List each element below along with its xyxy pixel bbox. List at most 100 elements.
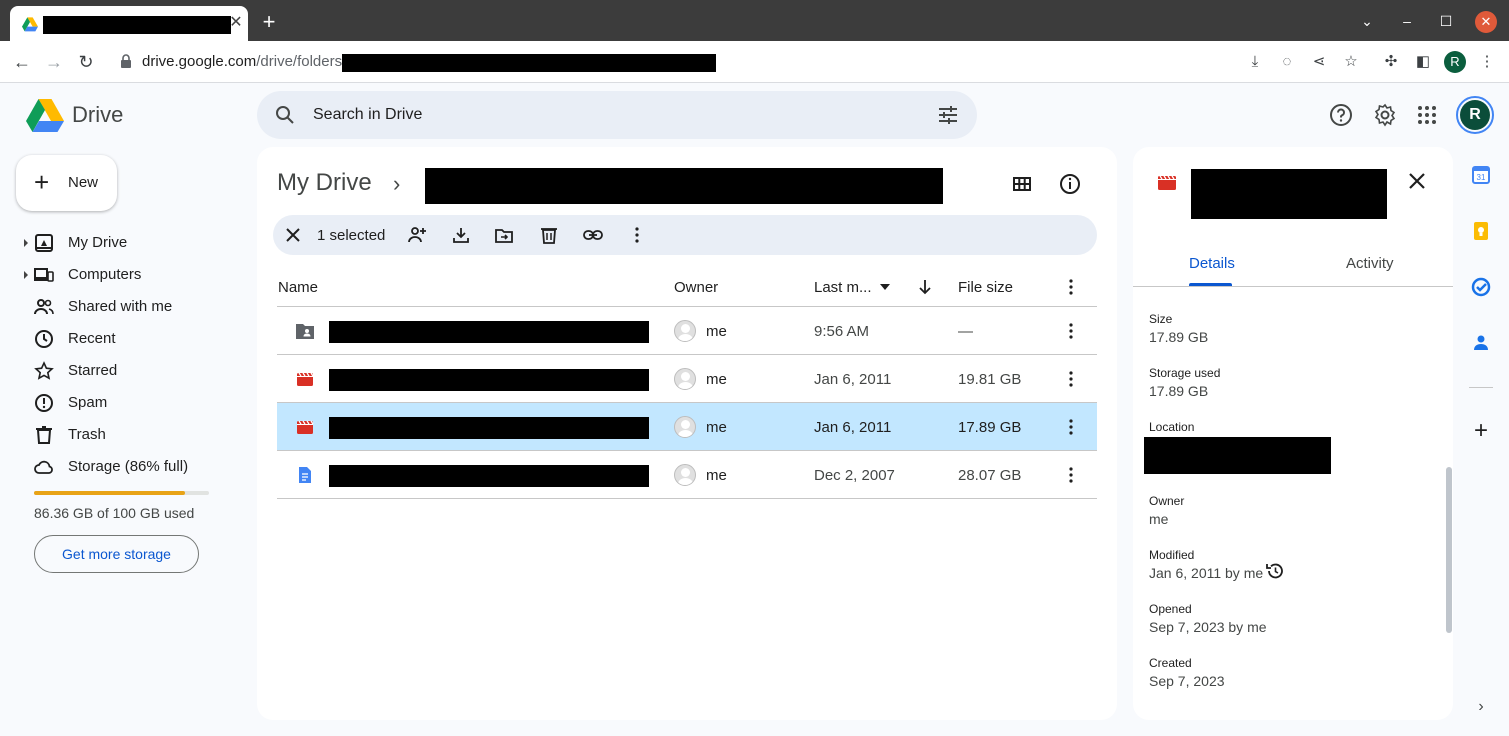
- column-header-name[interactable]: Name: [278, 279, 318, 296]
- tab-search-icon[interactable]: ⌄: [1356, 10, 1378, 32]
- url-path: /drive/folders/: [256, 53, 347, 70]
- file-name-redacted: [329, 417, 649, 439]
- close-details-icon[interactable]: [1405, 169, 1429, 193]
- bookmark-star-icon[interactable]: ☆: [1340, 51, 1362, 73]
- sort-direction-arrow-icon[interactable]: [917, 278, 933, 296]
- modified-cell: Jan 6, 2011: [814, 419, 892, 436]
- clear-selection-icon[interactable]: [283, 225, 303, 245]
- storage-progress-bar: [34, 491, 209, 495]
- size-cell: 17.89 GB: [958, 419, 1022, 436]
- table-row[interactable]: me Dec 2, 2007 28.07 GB: [277, 451, 1097, 499]
- sort-dropdown-icon[interactable]: [879, 283, 891, 291]
- table-row[interactable]: me 9:56 AM —: [277, 307, 1097, 355]
- details-title-redacted: [1191, 169, 1387, 219]
- column-options-icon[interactable]: [1061, 277, 1081, 297]
- owner-label: Owner: [1149, 494, 1185, 508]
- window-close-icon[interactable]: ✕: [1475, 11, 1497, 33]
- search-options-icon[interactable]: [937, 105, 959, 125]
- address-bar[interactable]: drive.google.com/drive/folders/: [108, 46, 1370, 78]
- tab-details[interactable]: Details: [1189, 255, 1235, 272]
- sidebar-item-shared-with-me[interactable]: Shared with me: [24, 293, 224, 321]
- tab-activity[interactable]: Activity: [1346, 255, 1394, 272]
- modified-cell: Jan 6, 2011: [814, 371, 892, 388]
- location-chip-redacted[interactable]: [1144, 437, 1331, 474]
- search-icon[interactable]: [275, 105, 295, 125]
- eye-off-icon[interactable]: ◌: [1276, 51, 1298, 73]
- chrome-menu-icon[interactable]: ⋮: [1476, 51, 1498, 73]
- row-more-icon[interactable]: [1061, 321, 1081, 341]
- copy-link-icon[interactable]: [583, 225, 603, 245]
- reload-icon[interactable]: ↻: [74, 50, 98, 74]
- hide-side-panel-chevron-icon[interactable]: ›: [1472, 698, 1490, 716]
- share-icon[interactable]: ⋖: [1308, 51, 1330, 73]
- row-more-icon[interactable]: [1061, 465, 1081, 485]
- sidebar-item-storage[interactable]: Storage (86% full): [24, 453, 224, 481]
- video-file-icon: [297, 372, 314, 386]
- column-header-file-size[interactable]: File size: [958, 279, 1013, 296]
- sidebar-item-label: Spam: [68, 394, 108, 411]
- sidebar-item-trash[interactable]: Trash: [24, 421, 224, 449]
- row-more-icon[interactable]: [1061, 369, 1081, 389]
- minimize-icon[interactable]: –: [1396, 10, 1418, 32]
- tasks-icon[interactable]: [1471, 277, 1491, 297]
- move-to-folder-icon[interactable]: [494, 225, 514, 245]
- delete-trash-icon[interactable]: [539, 225, 559, 245]
- video-file-icon: [297, 420, 314, 434]
- get-addons-plus-icon[interactable]: +: [1470, 419, 1492, 443]
- column-header-owner[interactable]: Owner: [674, 279, 718, 296]
- table-row-selected[interactable]: me Jan 6, 2011 17.89 GB: [277, 403, 1097, 451]
- storage-usage-text: 86.36 GB of 100 GB used: [34, 505, 195, 521]
- contacts-icon[interactable]: [1471, 333, 1491, 353]
- new-tab-button[interactable]: +: [258, 11, 280, 34]
- forward-icon[interactable]: →: [42, 50, 66, 74]
- download-icon[interactable]: [451, 225, 471, 245]
- created-value: Sep 7, 2023: [1149, 673, 1225, 689]
- search-input[interactable]: [313, 91, 913, 139]
- sidebar-item-spam[interactable]: Spam: [24, 389, 224, 417]
- browser-tab[interactable]: ✕: [10, 6, 248, 41]
- keep-icon[interactable]: [1471, 221, 1491, 241]
- calendar-icon[interactable]: 31: [1471, 165, 1491, 185]
- size-cell: —: [958, 323, 973, 340]
- maximize-icon[interactable]: ☐: [1435, 10, 1457, 32]
- sidebar-item-computers[interactable]: Computers: [24, 261, 224, 289]
- row-more-icon[interactable]: [1061, 417, 1081, 437]
- share-person-add-icon[interactable]: [407, 225, 427, 245]
- table-row[interactable]: me Jan 6, 2011 19.81 GB: [277, 355, 1097, 403]
- size-value: 17.89 GB: [1149, 329, 1209, 345]
- expand-caret-icon[interactable]: [24, 271, 28, 279]
- breadcrumb-my-drive[interactable]: My Drive: [277, 169, 372, 197]
- account-avatar[interactable]: R: [1456, 96, 1494, 134]
- details-scrollbar[interactable]: [1446, 467, 1452, 633]
- grid-view-icon[interactable]: [1010, 172, 1034, 196]
- chrome-profile-avatar[interactable]: R: [1444, 51, 1466, 73]
- owner-cell: me: [706, 371, 727, 388]
- expand-caret-icon[interactable]: [24, 239, 28, 247]
- storage-progress-fill: [34, 491, 185, 495]
- sidebar-item-my-drive[interactable]: My Drive: [24, 229, 224, 257]
- svg-text:31: 31: [1477, 173, 1486, 182]
- search-bar[interactable]: [257, 91, 977, 139]
- side-panel-icon[interactable]: ◧: [1412, 51, 1434, 73]
- location-label: Location: [1149, 420, 1195, 434]
- sidebar-item-starred[interactable]: Starred: [24, 357, 224, 385]
- document-file-icon: [299, 467, 311, 483]
- apps-grid-icon[interactable]: [1415, 103, 1439, 127]
- breadcrumb-folder-redacted[interactable]: [425, 168, 943, 204]
- help-icon[interactable]: [1329, 103, 1353, 127]
- tab-close-icon[interactable]: ✕: [226, 13, 246, 33]
- computers-icon: [34, 268, 54, 282]
- opened-value: Sep 7, 2023 by me: [1149, 619, 1267, 635]
- sidebar-item-recent[interactable]: Recent: [24, 325, 224, 353]
- column-header-last-modified[interactable]: Last m...: [814, 279, 872, 296]
- version-history-icon[interactable]: [1265, 561, 1285, 581]
- info-icon[interactable]: [1058, 172, 1082, 196]
- settings-gear-icon[interactable]: [1373, 103, 1397, 127]
- get-more-storage-button[interactable]: Get more storage: [34, 535, 199, 573]
- new-button[interactable]: + New: [16, 155, 117, 211]
- storage-used-label: Storage used: [1149, 366, 1221, 380]
- extensions-icon[interactable]: ✣: [1380, 51, 1402, 73]
- back-icon[interactable]: ←: [10, 50, 34, 74]
- more-actions-icon[interactable]: [627, 225, 647, 245]
- install-icon[interactable]: ⤓: [1244, 51, 1266, 73]
